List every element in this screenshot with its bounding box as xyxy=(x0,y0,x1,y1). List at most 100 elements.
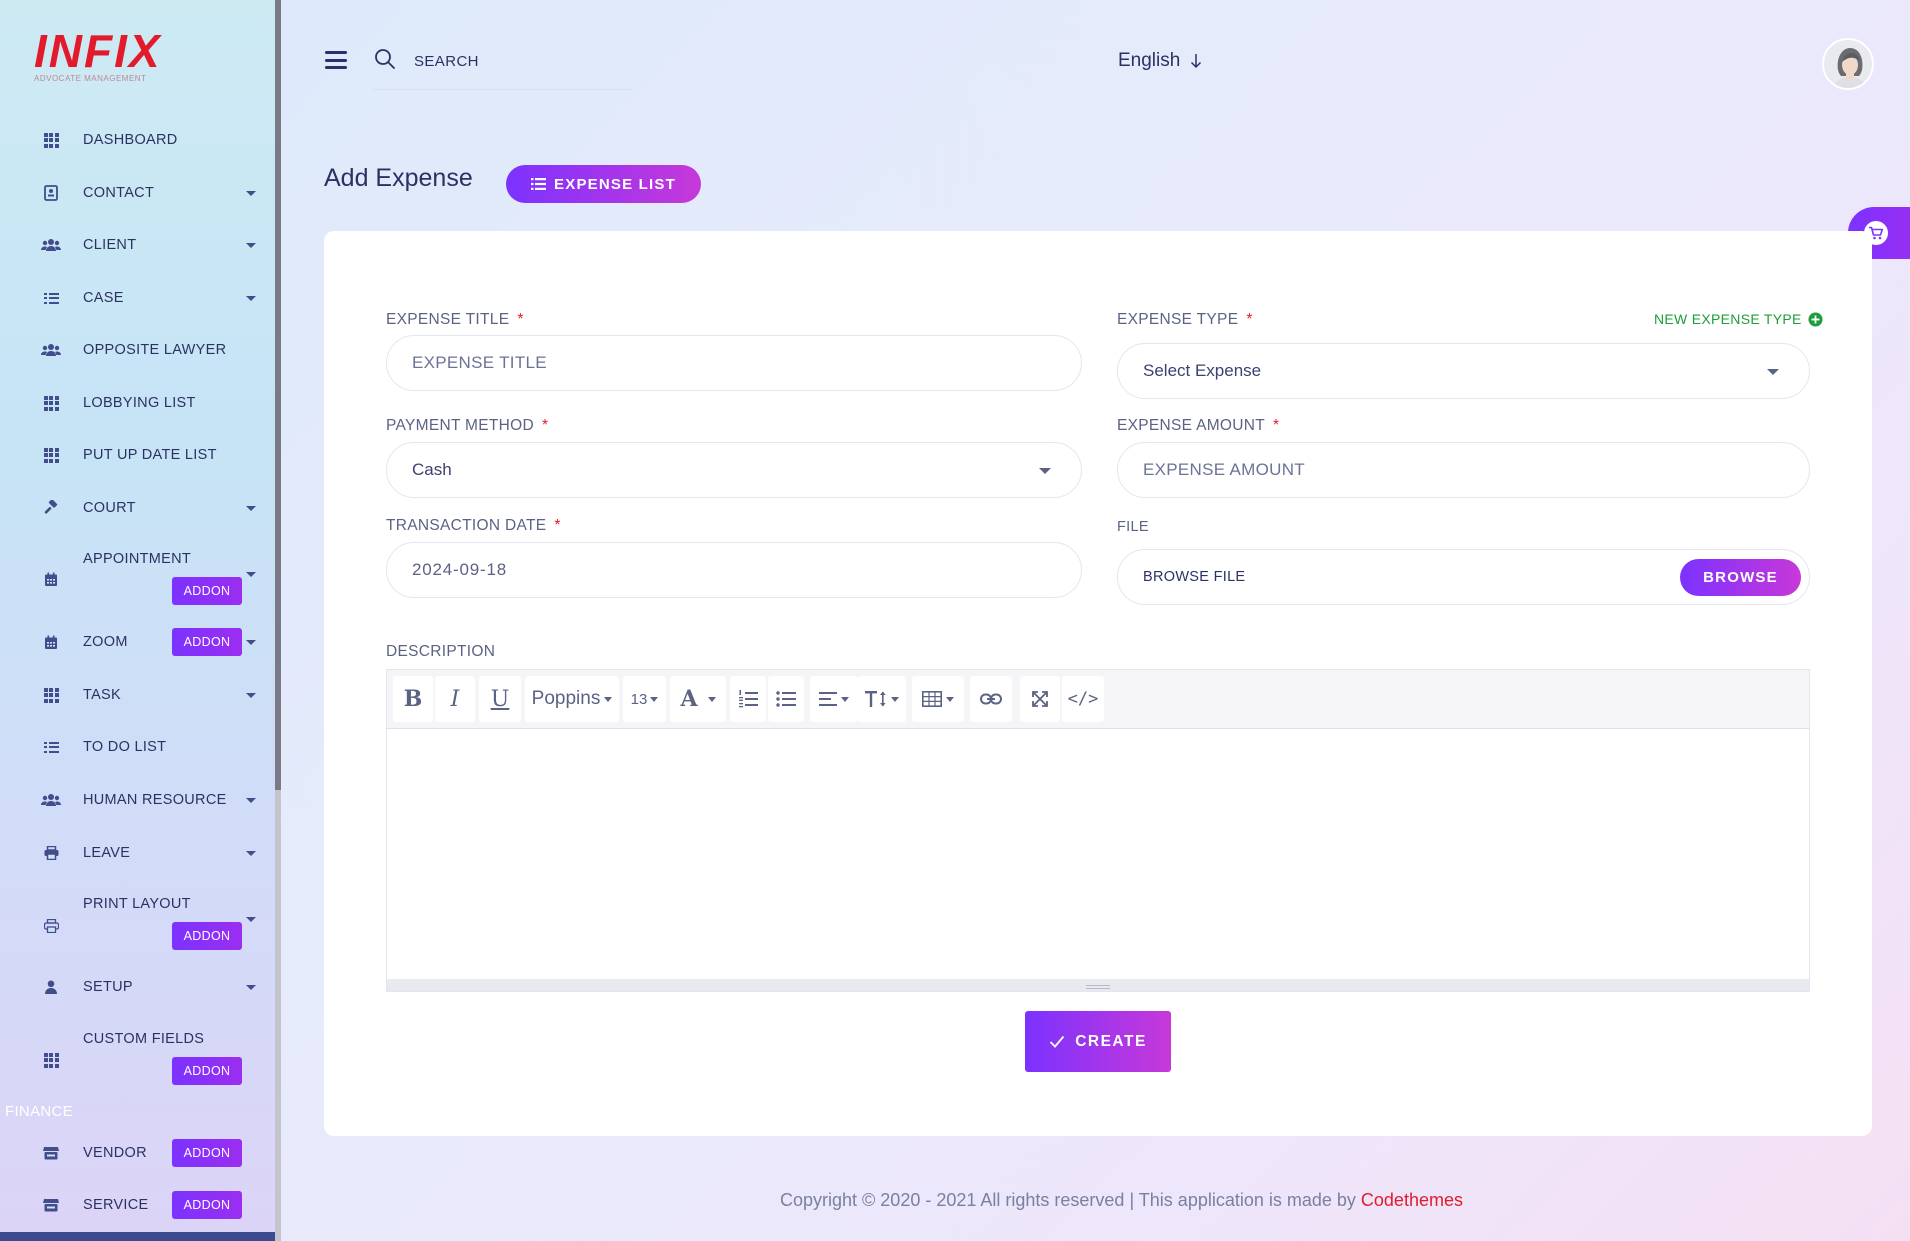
chevron-down-icon xyxy=(246,692,256,698)
expense-title-field[interactable] xyxy=(386,335,1082,391)
new-expense-type-link[interactable]: NEW EXPENSE TYPE xyxy=(1654,311,1823,327)
expense-amount-input[interactable] xyxy=(1143,460,1809,480)
font-color-icon: A xyxy=(680,686,698,712)
sidebar-item-zoom[interactable]: ZOOM ADDON xyxy=(0,622,270,662)
transaction-date-value: 2024-09-18 xyxy=(412,560,507,579)
font-family-value: Poppins xyxy=(531,688,601,709)
font-size-dropdown[interactable]: 13 xyxy=(623,676,666,722)
user-avatar[interactable] xyxy=(1822,38,1874,90)
footer-link[interactable]: Codethemes xyxy=(1361,1190,1463,1210)
search-icon[interactable] xyxy=(374,48,396,70)
sidebar-active-indicator xyxy=(0,1232,281,1241)
chevron-down-icon xyxy=(246,242,256,248)
align-dropdown[interactable] xyxy=(810,676,858,722)
editor-toolbar: B I U Poppins 13 A </> xyxy=(387,670,1809,729)
chevron-down-icon xyxy=(246,850,256,856)
sidebar-scrollbar[interactable] xyxy=(275,0,281,790)
menu-toggle-button[interactable] xyxy=(325,51,347,69)
sidebar-item-task[interactable]: TASK xyxy=(0,675,270,715)
font-family-dropdown[interactable]: Poppins xyxy=(525,676,619,722)
users-icon xyxy=(40,790,62,810)
sidebar-item-label: SETUP xyxy=(83,979,133,995)
link-button[interactable] xyxy=(970,676,1012,722)
create-button[interactable]: CREATE xyxy=(1025,1011,1171,1072)
expense-list-button[interactable]: EXPENSE LIST xyxy=(506,165,701,203)
expense-type-select[interactable]: Select Expense xyxy=(1117,343,1810,399)
sidebar-item-label: CASE xyxy=(83,290,124,306)
new-expense-type-label: NEW EXPENSE TYPE xyxy=(1654,311,1802,327)
fullscreen-button[interactable] xyxy=(1020,676,1060,722)
sidebar-item-court[interactable]: COURT xyxy=(0,488,270,528)
unordered-list-button[interactable] xyxy=(768,676,804,722)
sidebar-item-label: COURT xyxy=(83,500,136,516)
sidebar-item-custom-fields[interactable]: CUSTOM FIELDS ADDON xyxy=(0,1025,270,1095)
sidebar-item-client[interactable]: CLIENT xyxy=(0,225,270,265)
sidebar-item-leave[interactable]: LEAVE xyxy=(0,833,270,873)
expense-type-value: Select Expense xyxy=(1143,361,1262,380)
printer-icon xyxy=(40,843,62,863)
expense-list-button-label: EXPENSE LIST xyxy=(554,175,676,193)
addon-badge: ADDON xyxy=(172,628,242,656)
chevron-down-icon xyxy=(246,917,256,922)
addon-badge: ADDON xyxy=(172,1139,242,1167)
user-icon xyxy=(40,977,62,997)
sidebar-item-service[interactable]: SERVICE ADDON xyxy=(0,1185,270,1225)
sidebar-item-label: DASHBOARD xyxy=(83,132,178,148)
underline-button[interactable]: U xyxy=(479,676,521,722)
file-upload-field[interactable]: BROWSE FILE BROWSE xyxy=(1117,549,1810,605)
unordered-list-icon xyxy=(776,691,796,707)
sidebar-item-human-resource[interactable]: HUMAN RESOURCE xyxy=(0,780,270,820)
sidebar-item-opposite-lawyer[interactable]: OPPOSITE LAWYER xyxy=(0,330,270,370)
payment-method-value: Cash xyxy=(412,460,452,479)
sidebar-item-label: CLIENT xyxy=(83,237,137,253)
language-selector[interactable]: English xyxy=(1118,50,1202,72)
payment-method-select[interactable]: Cash xyxy=(386,442,1082,498)
logo[interactable]: INFIX ADVOCATE MANAGEMENT xyxy=(34,28,164,86)
store-icon xyxy=(40,1143,62,1163)
sidebar-item-vendor[interactable]: VENDOR ADDON xyxy=(0,1133,270,1173)
align-left-icon xyxy=(819,692,837,706)
chevron-down-icon xyxy=(1039,468,1051,474)
sidebar-item-label: HUMAN RESOURCE xyxy=(83,792,227,808)
table-dropdown[interactable] xyxy=(912,676,964,722)
italic-button[interactable]: I xyxy=(435,676,475,722)
code-view-button[interactable]: </> xyxy=(1062,676,1104,722)
chevron-down-icon xyxy=(1767,369,1779,375)
users-icon xyxy=(40,340,62,360)
chevron-down-icon xyxy=(246,190,256,196)
expense-amount-field[interactable] xyxy=(1117,442,1810,498)
sidebar-item-contact[interactable]: CONTACT xyxy=(0,173,270,213)
caret-down-icon xyxy=(891,696,899,702)
sidebar-item-put-up-date-list[interactable]: PUT UP DATE LIST xyxy=(0,435,270,475)
chevron-down-icon xyxy=(246,639,256,645)
sidebar-item-dashboard[interactable]: DASHBOARD xyxy=(0,120,270,160)
transaction-date-field[interactable]: 2024-09-18 xyxy=(386,542,1082,598)
description-editor-body[interactable] xyxy=(387,729,1809,979)
footer: Copyright © 2020 - 2021 All rights reser… xyxy=(780,1190,1463,1211)
chevron-down-icon xyxy=(246,984,256,990)
sidebar-item-print-layout[interactable]: PRINT LAYOUT ADDON xyxy=(0,890,270,960)
line-height-dropdown[interactable] xyxy=(858,676,906,722)
required-marker: * xyxy=(554,517,561,534)
sidebar-item-case[interactable]: CASE xyxy=(0,278,270,318)
sidebar-item-label: SERVICE xyxy=(83,1197,149,1213)
sidebar-item-label: PRINT LAYOUT xyxy=(83,896,191,912)
bold-button[interactable]: B xyxy=(393,676,433,722)
gavel-icon xyxy=(40,498,62,518)
caret-down-icon xyxy=(707,696,716,702)
check-icon xyxy=(1050,1035,1065,1048)
sidebar-item-appointment[interactable]: APPOINTMENT ADDON xyxy=(0,545,270,615)
sidebar-item-label: ZOOM xyxy=(83,634,128,650)
caret-down-icon xyxy=(841,696,849,702)
sidebar-item-to-do-list[interactable]: TO DO LIST xyxy=(0,727,270,767)
ordered-list-button[interactable] xyxy=(730,676,766,722)
sidebar-item-setup[interactable]: SETUP xyxy=(0,967,270,1007)
calendar-icon xyxy=(40,569,62,589)
font-color-button[interactable]: A xyxy=(670,676,726,722)
search-input[interactable] xyxy=(414,50,614,72)
browse-button[interactable]: BROWSE xyxy=(1680,559,1801,596)
sidebar-item-lobbying-list[interactable]: LOBBYING LIST xyxy=(0,383,270,423)
editor-resize-handle[interactable] xyxy=(387,979,1809,991)
expense-title-label: EXPENSE TITLE * xyxy=(386,311,524,328)
expense-title-input[interactable] xyxy=(412,353,1081,373)
